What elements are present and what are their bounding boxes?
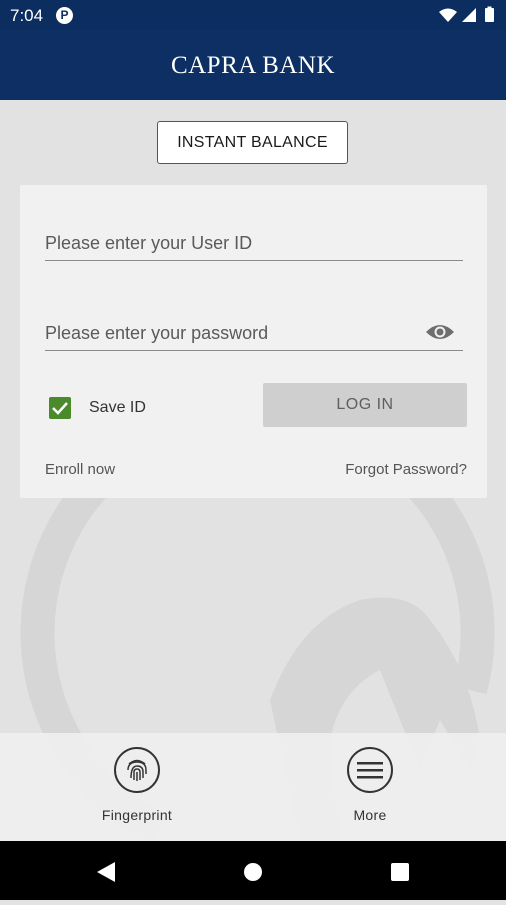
recents-icon bbox=[391, 863, 409, 881]
status-time: 7:04 bbox=[10, 6, 44, 25]
battery-icon bbox=[485, 8, 494, 22]
save-id-checkbox[interactable] bbox=[49, 397, 71, 419]
p-badge-icon: P bbox=[56, 7, 73, 24]
forgot-password-link[interactable]: Forgot Password? bbox=[345, 461, 467, 478]
back-icon bbox=[97, 862, 115, 882]
android-nav-bar bbox=[0, 841, 506, 900]
bank-logo: CAPRA BANK bbox=[170, 52, 336, 79]
menu-icon bbox=[347, 747, 393, 793]
user-id-input[interactable] bbox=[45, 229, 405, 257]
enroll-now-link[interactable]: Enroll now bbox=[45, 461, 115, 478]
login-button[interactable]: LOG IN bbox=[263, 383, 467, 427]
status-icons bbox=[438, 6, 498, 29]
user-id-field bbox=[45, 229, 463, 261]
signal-icon bbox=[462, 8, 476, 22]
password-input[interactable] bbox=[45, 319, 405, 347]
eye-icon[interactable] bbox=[425, 321, 455, 348]
fingerprint-icon bbox=[114, 747, 160, 793]
app-bar: CAPRA BANK bbox=[0, 30, 506, 100]
save-id-label: Save ID bbox=[89, 399, 146, 416]
password-field bbox=[45, 319, 463, 351]
instant-balance-button[interactable]: INSTANT BALANCE bbox=[157, 121, 348, 164]
bottom-bar: Fingerprint More bbox=[0, 733, 506, 841]
status-bar: 7:04 P bbox=[0, 0, 506, 30]
fingerprint-label: Fingerprint bbox=[101, 807, 173, 823]
login-card: Save ID LOG IN Enroll now Forgot Passwor… bbox=[20, 185, 487, 498]
fingerprint-button[interactable]: Fingerprint bbox=[77, 747, 197, 823]
more-button[interactable]: More bbox=[310, 747, 430, 823]
more-label: More bbox=[353, 807, 387, 823]
wifi-icon bbox=[439, 8, 457, 22]
home-icon bbox=[244, 863, 262, 881]
